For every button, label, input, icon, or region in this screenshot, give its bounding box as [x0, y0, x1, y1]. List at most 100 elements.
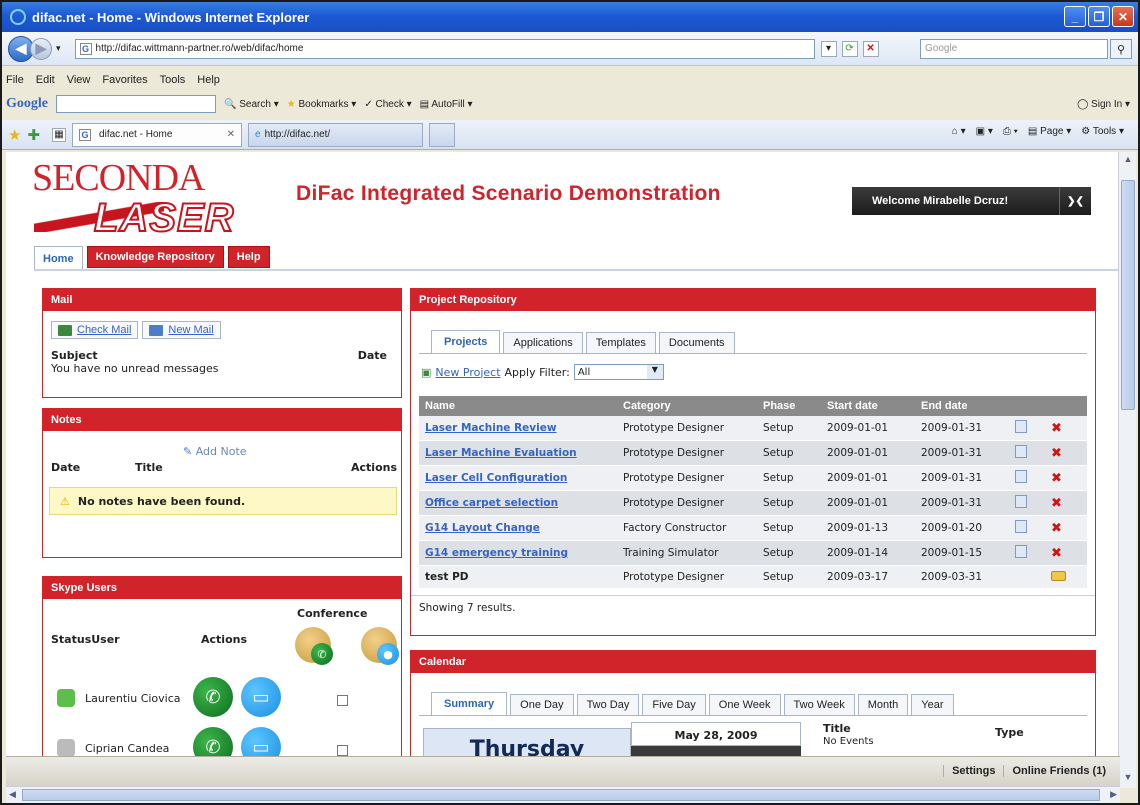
delete-icon[interactable]: ✖ [1051, 471, 1062, 486]
maximize-button[interactable]: ❐ [1088, 6, 1110, 27]
tab-projects[interactable]: Projects [431, 330, 501, 353]
search-input[interactable]: Google [920, 39, 1108, 59]
url-text[interactable]: http://difac.wittmann-partner.ro/web/dif… [96, 43, 304, 54]
scroll-left-icon[interactable]: ◀ [9, 789, 16, 800]
new-project-link[interactable]: New Project [435, 366, 500, 379]
delete-icon[interactable]: ✖ [1051, 446, 1062, 461]
delete-icon[interactable]: ✖ [1051, 546, 1062, 561]
skype-call-button[interactable]: ✆ [193, 677, 233, 717]
check-mail-button[interactable]: Check Mail [51, 321, 139, 339]
online-friends-link[interactable]: Online Friends (1) [1003, 765, 1114, 777]
settings-link[interactable]: Settings [943, 765, 1003, 777]
tab-five-day[interactable]: Five Day [642, 694, 706, 715]
project-name-link[interactable]: Laser Cell Configuration [419, 465, 617, 491]
tab-summary[interactable]: Summary [431, 692, 508, 715]
home-icon[interactable]: ⌂ ▾ [952, 126, 966, 137]
filter-select[interactable]: All ▼ [573, 364, 664, 380]
col-start-date[interactable]: Start date [821, 396, 915, 416]
calendar-col-title: Title [823, 722, 851, 735]
project-name-link[interactable]: G14 Layout Change [419, 515, 617, 541]
autofill-button[interactable]: ▤ AutoFill ▾ [420, 99, 473, 110]
edit-icon[interactable] [1015, 445, 1027, 458]
delete-icon[interactable]: ✖ [1051, 521, 1062, 536]
tab-two-week[interactable]: Two Week [783, 694, 855, 715]
delete-icon[interactable]: ✖ [1051, 496, 1062, 511]
url-input[interactable]: G http://difac.wittmann-partner.ro/web/d… [74, 38, 815, 59]
delete-icon[interactable]: ✖ [1051, 421, 1062, 436]
menu-view[interactable]: View [67, 74, 91, 92]
menu-favorites[interactable]: Favorites [102, 74, 147, 92]
col-end-date[interactable]: End date [915, 396, 1009, 416]
tools-menu[interactable]: ⚙ Tools ▾ [1081, 126, 1124, 137]
col-name[interactable]: Name [419, 396, 617, 416]
close-button[interactable]: ✕ [1112, 6, 1134, 27]
google-search-input[interactable] [56, 95, 216, 113]
scroll-right-icon[interactable]: ▶ [1110, 789, 1117, 800]
check-button[interactable]: ✓ Check ▾ [364, 99, 411, 110]
print-icon[interactable]: ⎙ ▾ [1003, 126, 1018, 137]
sign-in-button[interactable]: ◯ Sign In ▾ [1077, 99, 1130, 110]
chevron-down-icon[interactable]: ❯❮ [1059, 187, 1091, 215]
skype-chat-button[interactable]: ▭ [241, 677, 281, 717]
menu-help[interactable]: Help [197, 74, 220, 92]
vertical-scroll-thumb[interactable] [1121, 180, 1135, 410]
add-note-button[interactable]: ✎ Add Note [183, 445, 247, 458]
edit-icon[interactable] [1015, 545, 1027, 558]
tab-templates[interactable]: Templates [585, 332, 656, 353]
project-name-link[interactable]: Laser Machine Evaluation [419, 440, 617, 466]
close-tab-icon[interactable]: ✕ [227, 129, 235, 140]
nav-tab-help[interactable]: Help [227, 246, 270, 268]
refresh-icon[interactable]: ⟳ [841, 40, 858, 57]
address-dropdown-icon[interactable]: ▾ [820, 40, 837, 57]
google-search-button[interactable]: 🔍 Search ▾ [224, 99, 279, 110]
col-category[interactable]: Category [617, 396, 757, 416]
new-mail-button[interactable]: New Mail [142, 321, 221, 339]
feeds-icon[interactable]: ▣ ▾ [976, 126, 993, 137]
favorites-star-icon[interactable]: ★ [8, 126, 21, 144]
menu-file[interactable]: File [6, 74, 24, 92]
history-dropdown-icon[interactable]: ▾ [56, 43, 61, 54]
tab-year[interactable]: Year [911, 694, 954, 715]
conference-checkbox[interactable] [337, 745, 348, 756]
tab-difac-net[interactable]: e http://difac.net/ [248, 122, 424, 147]
stop-icon[interactable]: ✕ [862, 40, 879, 57]
nav-tab-home[interactable]: Home [34, 246, 83, 270]
minimize-button[interactable]: _ [1064, 6, 1086, 27]
project-name-link[interactable]: Office carpet selection [419, 490, 617, 516]
menu-tools[interactable]: Tools [160, 74, 186, 92]
edit-icon[interactable] [1015, 495, 1027, 508]
bookmarks-button[interactable]: ★ Bookmarks ▾ [287, 99, 357, 110]
edit-icon[interactable] [1015, 470, 1027, 483]
skype-call-button[interactable]: ✆ [193, 727, 233, 756]
horizontal-scroll-thumb[interactable] [22, 789, 1100, 801]
tab-one-day[interactable]: One Day [510, 694, 574, 715]
menu-edit[interactable]: Edit [36, 74, 55, 92]
tab-two-day[interactable]: Two Day [576, 694, 640, 715]
horizontal-scrollbar[interactable]: ◀ ▶ [6, 786, 1120, 803]
conference-checkbox[interactable] [337, 695, 348, 706]
new-tab-button[interactable] [429, 122, 456, 147]
table-header-row: Name Category Phase Start date End date [419, 396, 1087, 416]
welcome-menu[interactable]: Welcome Mirabelle Dcruz! ❯❮ [852, 187, 1091, 215]
skype-chat-button[interactable]: ▭ [241, 727, 281, 756]
tab-month[interactable]: Month [857, 694, 909, 715]
tab-applications[interactable]: Applications [503, 332, 583, 353]
scroll-up-icon[interactable]: ▲ [1121, 154, 1135, 168]
vertical-scrollbar[interactable]: ▲ ▼ [1118, 152, 1136, 788]
forward-button[interactable]: ▶ [30, 37, 52, 60]
quick-tabs-icon[interactable]: ▦ [52, 127, 67, 142]
edit-icon[interactable] [1015, 420, 1027, 433]
folder-icon[interactable] [1051, 570, 1066, 581]
edit-icon[interactable] [1015, 520, 1027, 533]
scroll-down-icon[interactable]: ▼ [1121, 772, 1135, 786]
page-menu[interactable]: ▤ Page ▾ [1028, 126, 1071, 137]
add-favorite-icon[interactable]: ✚ [27, 126, 40, 144]
tab-difac-home[interactable]: G difac.net - Home ✕ [72, 122, 243, 147]
col-phase[interactable]: Phase [757, 396, 821, 416]
project-name-link[interactable]: G14 emergency training [419, 540, 617, 566]
nav-tab-knowledge-repository[interactable]: Knowledge Repository [86, 246, 224, 268]
project-name-link[interactable]: Laser Machine Review [419, 416, 617, 441]
tab-one-week[interactable]: One Week [708, 694, 781, 715]
search-icon[interactable]: ⚲ [1110, 39, 1132, 59]
tab-documents[interactable]: Documents [658, 332, 735, 353]
